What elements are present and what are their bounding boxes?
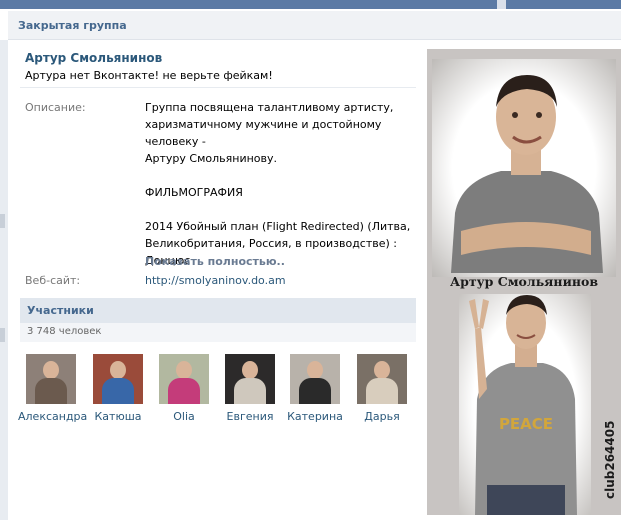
member-item[interactable]: Катерина: [282, 354, 348, 423]
members-title[interactable]: Участники: [27, 304, 94, 317]
member-name[interactable]: Евгения: [217, 410, 283, 423]
members-count: 3 748 человек: [27, 326, 102, 337]
member-item[interactable]: Катюша: [85, 354, 151, 423]
member-name[interactable]: Катюша: [85, 410, 151, 423]
members-count-row: 3 748 человек: [20, 323, 416, 342]
description-text: Группа посвящена талантливому артисту, х…: [145, 99, 415, 269]
left-page-edge: [0, 40, 8, 520]
edge-tab[interactable]: [0, 214, 5, 228]
actor-photo-arms-crossed: [451, 75, 603, 273]
member-name[interactable]: Катерина: [282, 410, 348, 423]
member-name[interactable]: Olia: [151, 410, 217, 423]
member-item[interactable]: Александра: [18, 354, 87, 423]
member-name[interactable]: Дарья: [349, 410, 415, 423]
member-avatar[interactable]: [290, 354, 340, 404]
member-avatar[interactable]: [225, 354, 275, 404]
description-label: Описание:: [25, 101, 86, 114]
group-type-label: Закрытая группа: [18, 19, 127, 32]
description-line: [145, 167, 415, 184]
website-label: Веб-сайт:: [25, 274, 81, 287]
member-name[interactable]: Александра: [18, 410, 87, 423]
member-avatar[interactable]: [26, 354, 76, 404]
description-line: харизматичному мужчине и достойному чело…: [145, 118, 382, 148]
description-line: Артуру Смольянинову.: [145, 152, 278, 165]
description-line: Великобритания, Россия, в производстве) …: [145, 237, 398, 250]
member-item[interactable]: Дарья: [349, 354, 415, 423]
poster-caption: Артур Смольянинов: [449, 274, 599, 289]
member-avatar[interactable]: [159, 354, 209, 404]
group-cover-image[interactable]: Артур Смольянинов PEACE club264405: [427, 49, 621, 515]
members-header[interactable]: Участники: [20, 298, 416, 323]
watermark-text: club264405: [603, 420, 617, 499]
description-line: ФИЛЬМОГРАФИЯ: [145, 186, 243, 199]
group-info-column: Артур Смольянинов Артура нет Вконтакте! …: [12, 40, 418, 520]
divider: [20, 87, 416, 88]
member-item[interactable]: Евгения: [217, 354, 283, 423]
description-line: Группа посвящена талантливому артисту,: [145, 101, 394, 114]
description-line: 2014 Убойный план (Flight Redirected) (Л…: [145, 220, 411, 233]
description-line: [145, 201, 415, 218]
member-avatar[interactable]: [93, 354, 143, 404]
group-type-header: Закрытая группа: [8, 11, 621, 40]
top-bar-mark: [497, 0, 506, 9]
member-avatar[interactable]: [357, 354, 407, 404]
shirt-text: PEACE: [499, 415, 553, 433]
edge-tab[interactable]: [0, 328, 5, 342]
actor-photo-peace-sign: PEACE: [469, 295, 577, 515]
group-status: Артура нет Вконтакте! не верьте фейкам!: [25, 69, 273, 82]
show-more-link[interactable]: Показать полностью..: [145, 255, 285, 268]
group-name[interactable]: Артур Смольянинов: [25, 51, 162, 65]
member-item[interactable]: Olia: [151, 354, 217, 423]
top-bar: [0, 0, 621, 9]
website-link[interactable]: http://smolyaninov.do.am: [145, 274, 286, 287]
